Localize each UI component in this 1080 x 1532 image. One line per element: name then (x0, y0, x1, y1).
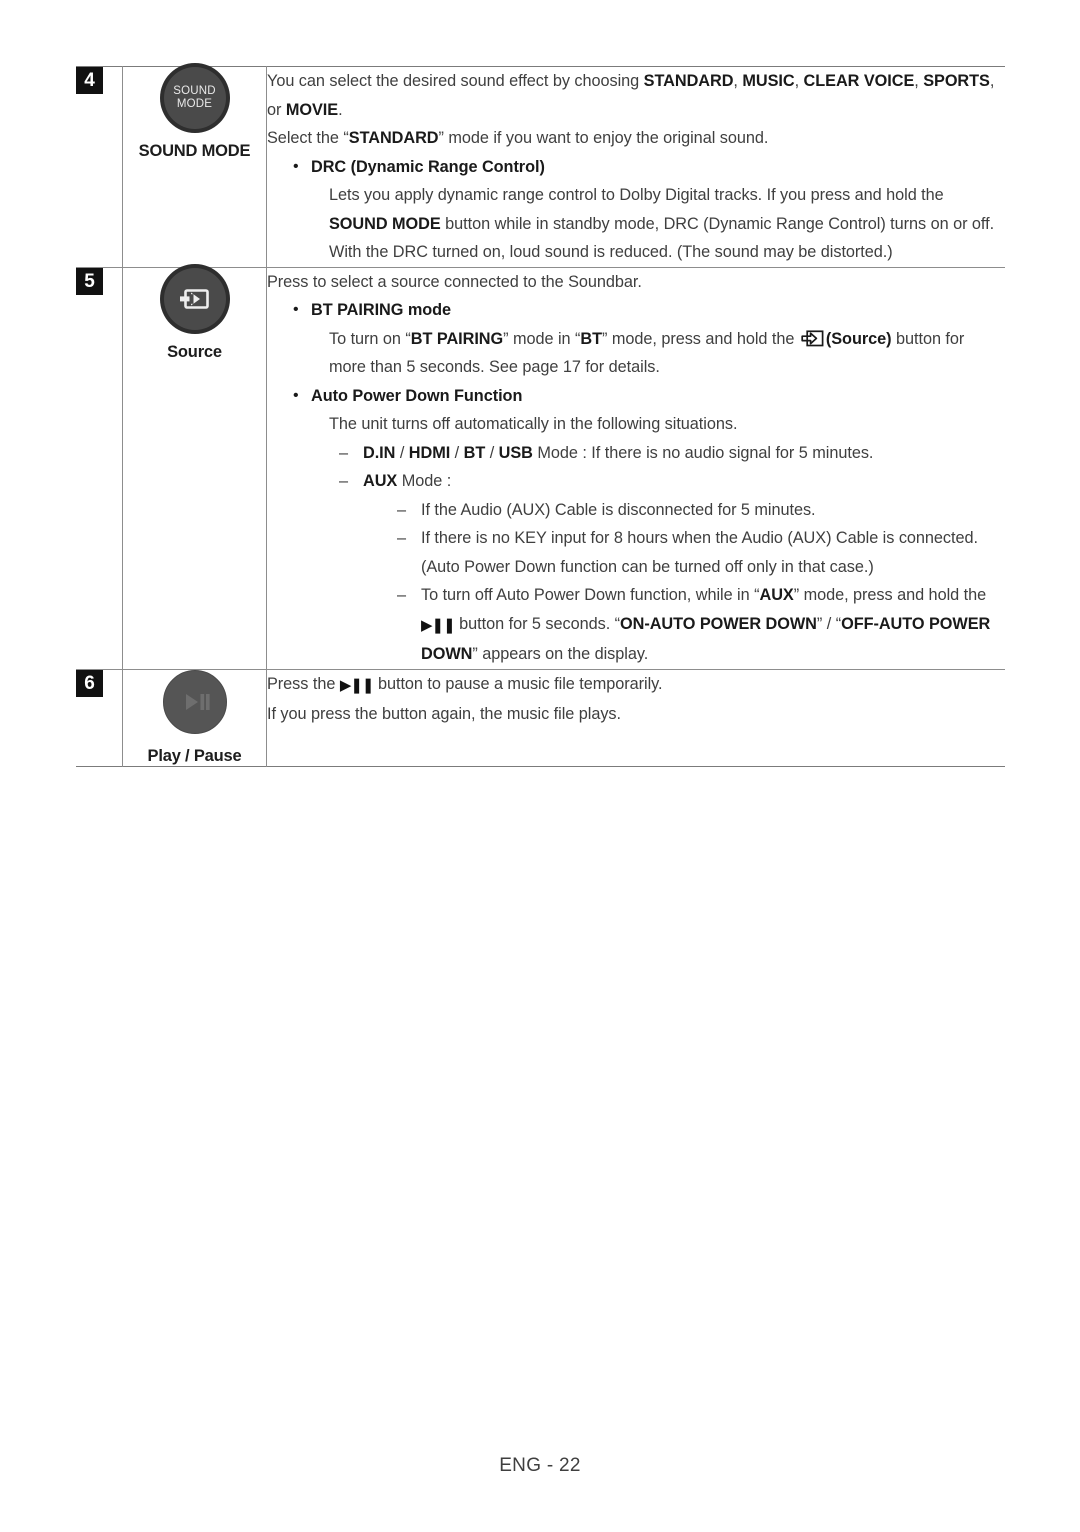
table-row: 5 Source Press to select a source connec… (76, 266, 1005, 669)
play-pause-inline-icon: ▶❚❚ (421, 616, 456, 634)
description-cell: Press to select a source connected to th… (266, 266, 1005, 669)
play-pause-line1: Press the ▶❚❚ button to pause a music fi… (267, 670, 1005, 701)
sub3-a: To turn off Auto Power Down function, wh… (421, 586, 760, 604)
description-cell: Press the ▶❚❚ button to pause a music fi… (266, 668, 1005, 766)
button-illustration-cell: Play / Pause (122, 668, 267, 766)
bt-pairing-bullet-title: BT PAIRING mode (311, 301, 452, 319)
drc-bullet-body: Lets you apply dynamic range control to … (311, 181, 1005, 267)
list-item: If the Audio (AUX) Cable is disconnected… (397, 496, 1005, 525)
sound-mode-description: You can select the desired sound effect … (267, 67, 1005, 267)
bt-body-a: To turn on “ (329, 329, 411, 348)
play-pause-inline-icon: ▶❚❚ (339, 676, 375, 694)
sub3-d: button for 5 seconds. “ (454, 614, 621, 633)
button-caption: Source (167, 342, 222, 361)
bt-body-c: ” mode in “ (503, 329, 581, 348)
mode-standard: STANDARD (643, 72, 734, 90)
mode-sports: SPORTS (923, 72, 990, 90)
dash1-sep3: / (485, 443, 499, 462)
row-number-cell: 5 (76, 266, 123, 669)
play-pause-line1-a: Press the (267, 674, 340, 693)
play-pause-button-icon (162, 669, 227, 734)
sound-mode-intro: You can select the desired sound effect … (267, 67, 1005, 124)
sub3-h: ” appears on the display. (472, 645, 649, 663)
dash1-hdmi: HDMI (408, 443, 451, 462)
dash1-rest: Mode : If there is no audio signal for 5… (532, 443, 874, 462)
list-item: To turn off Auto Power Down function, wh… (397, 581, 1005, 669)
sub3-c: ” mode, press and hold the (793, 586, 987, 604)
row-number-cell: 6 (76, 668, 123, 766)
source-description: Press to select a source connected to th… (267, 268, 1005, 669)
auto-power-down-bullet-title: Auto Power Down Function (311, 386, 523, 405)
play-pause-description: Press the ▶❚❚ button to pause a music fi… (267, 670, 1005, 729)
sound-mode-bullet-list: DRC (Dynamic Range Control) Lets you app… (267, 153, 1005, 267)
source-bullet-list: BT PAIRING mode To turn on “BT PAIRING” … (267, 296, 1005, 669)
standard-note-b: STANDARD (348, 129, 439, 147)
mode-music: MUSIC (742, 72, 795, 90)
row-number-cell: 4 (76, 67, 123, 268)
bt-body-e: ” mode, press and hold the (602, 329, 799, 348)
table-row: 6 Play / Pause Press the ▶❚❚ button to p… (76, 668, 1005, 766)
button-illustration-cell: Source (122, 266, 267, 669)
play-pause-line1-b: button to pause a music file temporarily… (373, 674, 663, 693)
mode-clear-voice: CLEAR VOICE (803, 72, 915, 90)
description-cell: You can select the desired sound effect … (267, 67, 1006, 268)
sub3-on-auto-power-down: ON-AUTO POWER DOWN (620, 614, 817, 633)
drc-body-b: SOUND MODE (329, 214, 441, 233)
standard-note-a: Select the “ (267, 129, 349, 147)
auto-power-down-dash-list: D.IN / HDMI / BT / USB Mode : If there i… (311, 439, 1005, 669)
standard-note-c: ” mode if you want to enjoy the original… (438, 129, 769, 147)
row-number-badge: 6 (76, 669, 103, 697)
page-footer: ENG - 22 (0, 1455, 1080, 1477)
list-item: DRC (Dynamic Range Control) Lets you app… (293, 153, 1005, 267)
mode-movie: MOVIE (285, 100, 339, 119)
sound-mode-standard-note: Select the “STANDARD” mode if you want t… (267, 124, 1005, 153)
list-item: Auto Power Down Function The unit turns … (293, 382, 1005, 669)
dash1-din: D.IN (363, 443, 396, 462)
row-number-badge: 5 (76, 267, 103, 295)
bt-body-d: BT (580, 329, 603, 348)
drc-bullet-title: DRC (Dynamic Range Control) (311, 157, 545, 176)
auto-power-down-body: The unit turns off automatically in the … (329, 415, 738, 433)
manual-page: 4 SOUND MODE SOUND MODE You can select t… (0, 0, 1080, 1532)
dash2-rest: Mode : (397, 472, 452, 490)
row-number-badge: 4 (76, 67, 103, 94)
page-number-label: ENG - 22 (499, 1455, 581, 1476)
intro-text-a: You can select the desired sound effect … (267, 72, 644, 90)
button-illustration-cell: SOUND MODE SOUND MODE (122, 66, 267, 267)
dash2-aux: AUX (363, 472, 398, 490)
dash1-usb: USB (498, 443, 533, 462)
sound-mode-button-icon: SOUND MODE (163, 67, 226, 129)
sound-mode-face-line1: SOUND (173, 85, 216, 97)
bt-body-f: (Source) (825, 329, 892, 348)
dash1-bt: BT (463, 443, 486, 462)
sub3-f: ” / “ (816, 614, 842, 633)
function-description-table: 4 SOUND MODE SOUND MODE You can select t… (76, 66, 1005, 767)
source-button-icon (163, 267, 226, 330)
drc-body-a: Lets you apply dynamic range control to … (329, 186, 944, 204)
source-intro: Press to select a source connected to th… (267, 272, 642, 291)
dash1-sep2: / (450, 443, 464, 462)
button-caption: Play / Pause (147, 746, 242, 765)
play-pause-line2: If you press the button again, the music… (267, 705, 621, 723)
sep-2: , (794, 72, 804, 90)
list-item: If there is no KEY input for 8 hours whe… (397, 524, 1005, 581)
sep-3: , (914, 72, 924, 90)
dash1-sep1: / (395, 443, 409, 462)
list-item: D.IN / HDMI / BT / USB Mode : If there i… (339, 439, 1005, 468)
bt-pairing-bullet-body: To turn on “BT PAIRING” mode in “BT” mod… (311, 325, 1005, 382)
aux-mode-sub-list: If the Audio (AUX) Cable is disconnected… (363, 496, 1005, 669)
button-caption: SOUND MODE (138, 142, 251, 160)
sound-mode-face-line2: MODE (176, 98, 213, 110)
source-inline-icon (801, 328, 824, 346)
list-item: BT PAIRING mode To turn on “BT PAIRING” … (293, 296, 1005, 382)
list-item: AUX Mode : If the Audio (AUX) Cable is d… (339, 467, 1005, 669)
sep-5: . (338, 100, 343, 119)
table-row: 4 SOUND MODE SOUND MODE You can select t… (76, 66, 1006, 268)
bt-body-b: BT PAIRING (410, 329, 504, 348)
sub3-aux: AUX (759, 586, 794, 604)
